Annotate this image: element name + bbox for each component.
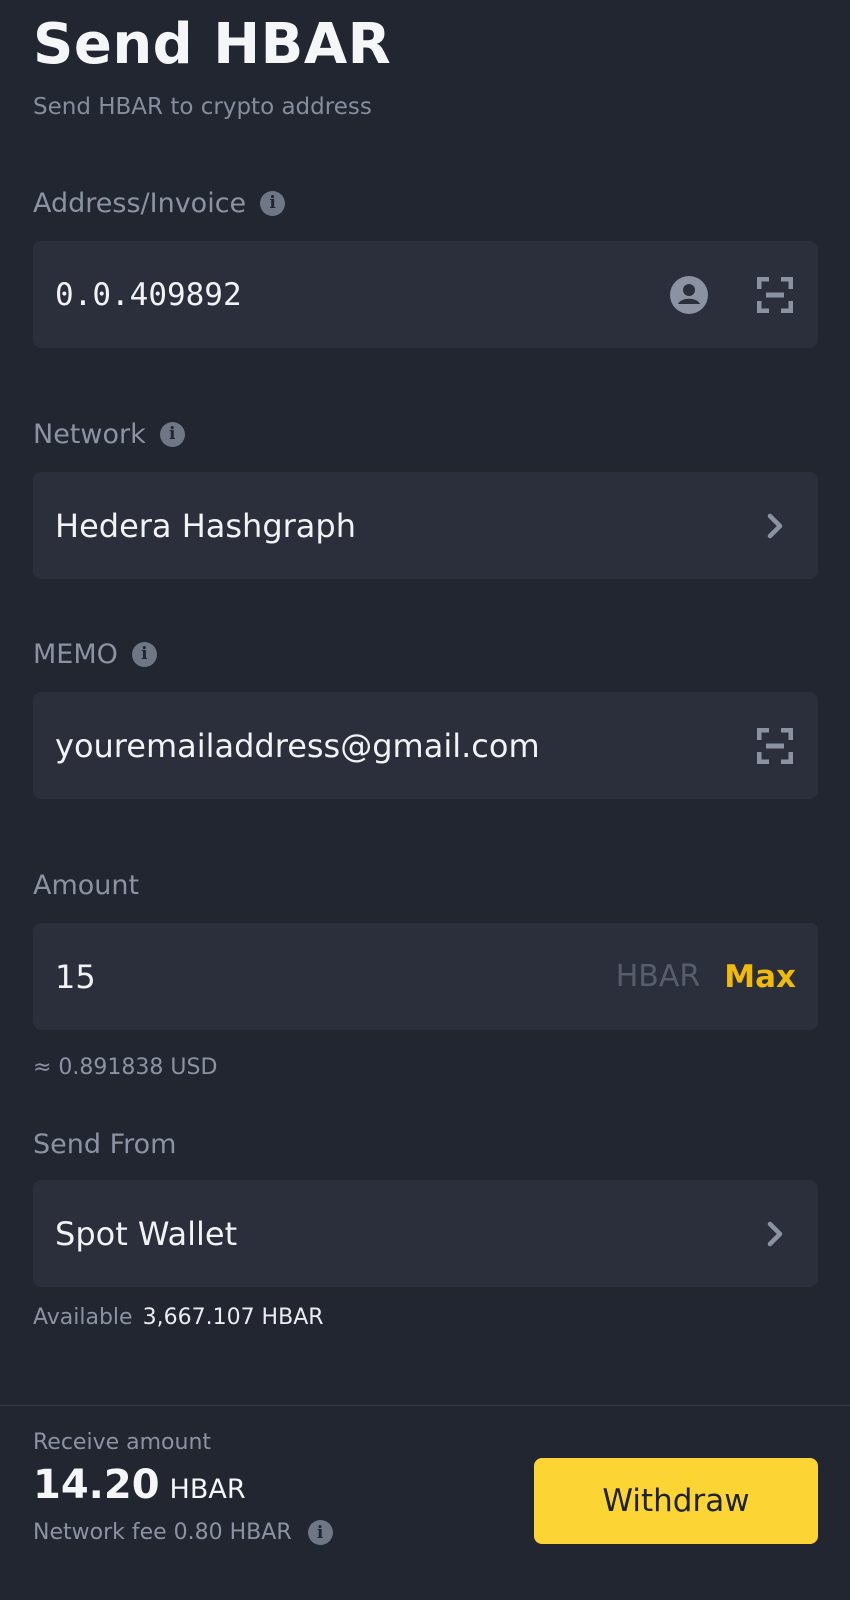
info-icon[interactable]: i bbox=[159, 422, 185, 447]
available-label: Available bbox=[33, 1305, 133, 1330]
network-fee: Network fee 0.80 HBAR i bbox=[33, 1520, 333, 1545]
send-from-label-row: Send From bbox=[33, 1131, 176, 1158]
memo-field[interactable]: youremailaddress@gmail.com bbox=[33, 692, 818, 799]
receive-amount-label: Receive amount bbox=[33, 1430, 212, 1455]
amount-label: Amount bbox=[33, 870, 140, 901]
network-value: Hedera Hashgraph bbox=[55, 506, 356, 545]
amount-input[interactable]: 15 bbox=[55, 958, 616, 996]
scan-icon[interactable] bbox=[754, 274, 796, 316]
receive-amount-value: 14.20 bbox=[33, 1462, 160, 1508]
receive-amount-currency: HBAR bbox=[169, 1474, 246, 1505]
withdraw-button[interactable]: Withdraw bbox=[534, 1458, 818, 1544]
chevron-right-icon bbox=[754, 1213, 796, 1255]
receive-amount: 14.20 HBAR bbox=[33, 1462, 246, 1508]
chevron-right-icon bbox=[754, 505, 796, 547]
info-icon[interactable]: i bbox=[307, 1520, 333, 1545]
network-label-row: Network i bbox=[33, 421, 185, 448]
amount-field[interactable]: 15 HBAR Max bbox=[33, 923, 818, 1030]
max-button[interactable]: Max bbox=[724, 959, 796, 995]
memo-input[interactable]: youremailaddress@gmail.com bbox=[55, 727, 710, 765]
scan-icon[interactable] bbox=[754, 725, 796, 767]
info-icon[interactable]: i bbox=[260, 191, 286, 216]
amount-label-row: Amount bbox=[33, 872, 139, 899]
page-title: Send HBAR bbox=[33, 12, 392, 77]
info-icon[interactable]: i bbox=[131, 642, 157, 667]
address-label: Address/Invoice bbox=[33, 188, 247, 219]
address-label-row: Address/Invoice i bbox=[33, 188, 286, 219]
available-value: 3,667.107 HBAR bbox=[142, 1305, 324, 1330]
memo-label-row: MEMO i bbox=[33, 641, 157, 668]
usd-estimate: ≈ 0.891838 USD bbox=[33, 1055, 218, 1080]
network-fee-text: Network fee 0.80 HBAR bbox=[33, 1520, 292, 1545]
available-balance: Available 3,667.107 HBAR bbox=[33, 1305, 324, 1330]
send-from-value: Spot Wallet bbox=[55, 1214, 238, 1253]
address-input[interactable]: 0.0.409892 bbox=[55, 277, 668, 313]
network-label: Network bbox=[33, 419, 146, 450]
send-from-selector[interactable]: Spot Wallet bbox=[33, 1180, 818, 1287]
memo-label: MEMO bbox=[33, 639, 118, 670]
account-circle-icon[interactable] bbox=[668, 274, 710, 316]
address-field[interactable]: 0.0.409892 bbox=[33, 241, 818, 348]
network-selector[interactable]: Hedera Hashgraph bbox=[33, 472, 818, 579]
page-subtitle: Send HBAR to crypto address bbox=[33, 94, 372, 120]
amount-unit: HBAR bbox=[615, 959, 701, 994]
send-from-label: Send From bbox=[33, 1129, 177, 1160]
